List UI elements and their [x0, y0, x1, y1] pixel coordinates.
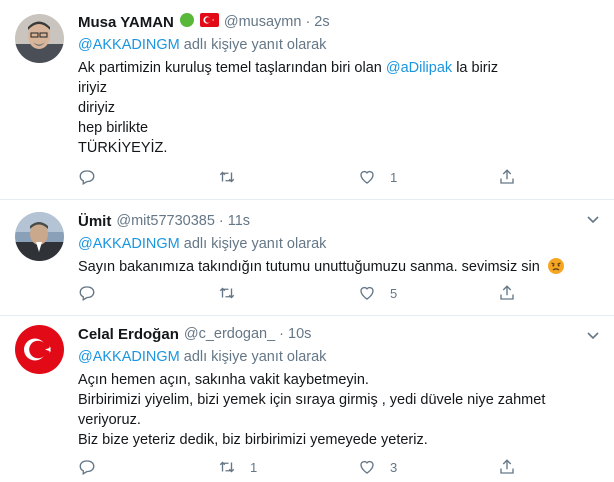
display-name[interactable]: Celal Erdoğan	[78, 326, 179, 343]
separator-dot: ·	[218, 213, 224, 229]
reply-mention[interactable]: @AKKADINGM	[78, 236, 180, 252]
retweet-icon	[219, 171, 235, 183]
tweet-text: Ak partimizin kuruluş temel taşlarından …	[78, 58, 594, 158]
reply-button[interactable]	[78, 457, 218, 477]
like-count: 5	[390, 285, 398, 301]
turkey-flag-icon	[199, 13, 219, 31]
text-line: TÜRKİYEYİZ.	[78, 140, 168, 156]
like-button[interactable]: 3	[358, 457, 498, 477]
retweet-icon	[219, 461, 235, 473]
retweet-button[interactable]	[218, 167, 358, 187]
display-name[interactable]: Musa YAMAN	[78, 14, 174, 31]
share-button[interactable]	[498, 283, 516, 303]
retweet-icon	[219, 287, 235, 299]
text-line: veriyoruz.	[78, 412, 141, 428]
text-line: hep birlikte	[78, 120, 149, 136]
user-handle[interactable]: @musaymn	[224, 14, 302, 30]
tweet-time[interactable]: 10s	[288, 326, 311, 342]
text-line: Birbirimizi yiyelim, bizi yemek için sır…	[78, 392, 546, 408]
avatar[interactable]	[15, 212, 64, 261]
tweet-header: Ümit @mit57730385 · 11s	[78, 211, 594, 231]
tweet-time[interactable]: 2s	[314, 14, 329, 30]
tweet[interactable]: Celal Erdoğan @c_erdogan_ · 10s @AKKADIN…	[0, 316, 614, 482]
text-line: Ak partimizin kuruluş temel taşlarından …	[78, 60, 499, 76]
heart-icon	[360, 460, 374, 474]
display-name[interactable]: Ümit	[78, 213, 111, 230]
reply-label: adlı kişiye yanıt olarak	[183, 236, 327, 252]
like-button[interactable]: 1	[358, 167, 498, 187]
avatar[interactable]	[15, 14, 64, 63]
share-icon	[500, 459, 514, 474]
mention-link[interactable]: @aDilipak	[386, 60, 452, 76]
reply-label: adlı kişiye yanıt olarak	[183, 37, 327, 53]
reply-mention[interactable]: @AKKADINGM	[78, 349, 180, 365]
heart-icon	[360, 170, 374, 184]
text-line: Biz bize yeteriz dedik, biz birbirimizi …	[78, 432, 428, 448]
text-line: diriyiz	[78, 100, 116, 116]
reply-context: @AKKADINGM adlı kişiye yanıt olarak	[78, 35, 594, 55]
angry-face-emoji-icon	[547, 258, 564, 274]
share-button[interactable]	[498, 457, 516, 477]
heart-icon	[360, 286, 374, 300]
share-button[interactable]	[498, 167, 516, 187]
reply-icon	[79, 170, 95, 185]
like-count: 1	[390, 169, 398, 185]
share-icon	[500, 169, 514, 184]
reply-icon	[79, 286, 95, 301]
tweet[interactable]: Musa YAMAN @musaymn · 2s @AKKADINGM adlı…	[0, 0, 614, 200]
like-button[interactable]: 5	[358, 283, 498, 303]
tweet-text: Sayın bakanımıza takındığın tutumu unutt…	[78, 257, 594, 277]
tweet[interactable]: Ümit @mit57730385 · 11s @AKKADINGM adlı …	[0, 200, 614, 316]
user-handle[interactable]: @c_erdogan_	[184, 326, 275, 342]
text-line: Açın hemen açın, sakınha vakit kaybetmey…	[78, 372, 369, 388]
retweet-count: 1	[250, 459, 258, 475]
reply-label: adlı kişiye yanıt olarak	[183, 349, 327, 365]
tweet-actions: 1	[78, 167, 518, 187]
separator-dot: ·	[279, 326, 285, 342]
reply-mention[interactable]: @AKKADINGM	[78, 37, 180, 53]
reply-context: @AKKADINGM adlı kişiye yanıt olarak	[78, 234, 594, 254]
tweet-text: Açın hemen açın, sakınha vakit kaybetmey…	[78, 370, 594, 450]
tweet-time[interactable]: 11s	[228, 213, 250, 229]
green-circle-icon	[179, 12, 195, 32]
like-count: 3	[390, 459, 398, 475]
retweet-button[interactable]: 1	[218, 457, 358, 477]
tweet-header: Celal Erdoğan @c_erdogan_ · 10s	[78, 324, 594, 344]
reply-button[interactable]	[78, 167, 218, 187]
user-handle[interactable]: @mit57730385	[116, 213, 215, 229]
tweet-actions: 1 3	[78, 457, 518, 477]
tweet-actions: 5	[78, 283, 518, 303]
tweet-header: Musa YAMAN @musaymn · 2s	[78, 12, 594, 32]
avatar[interactable]	[15, 325, 64, 374]
reply-context: @AKKADINGM adlı kişiye yanıt olarak	[78, 347, 594, 367]
reply-icon	[79, 460, 95, 475]
text-line: iriyiz	[78, 80, 107, 96]
share-icon	[500, 285, 514, 300]
retweet-button[interactable]	[218, 283, 358, 303]
separator-dot: ·	[305, 14, 311, 30]
text-line: Sayın bakanımıza takındığın tutumu unutt…	[78, 257, 594, 277]
reply-button[interactable]	[78, 283, 218, 303]
